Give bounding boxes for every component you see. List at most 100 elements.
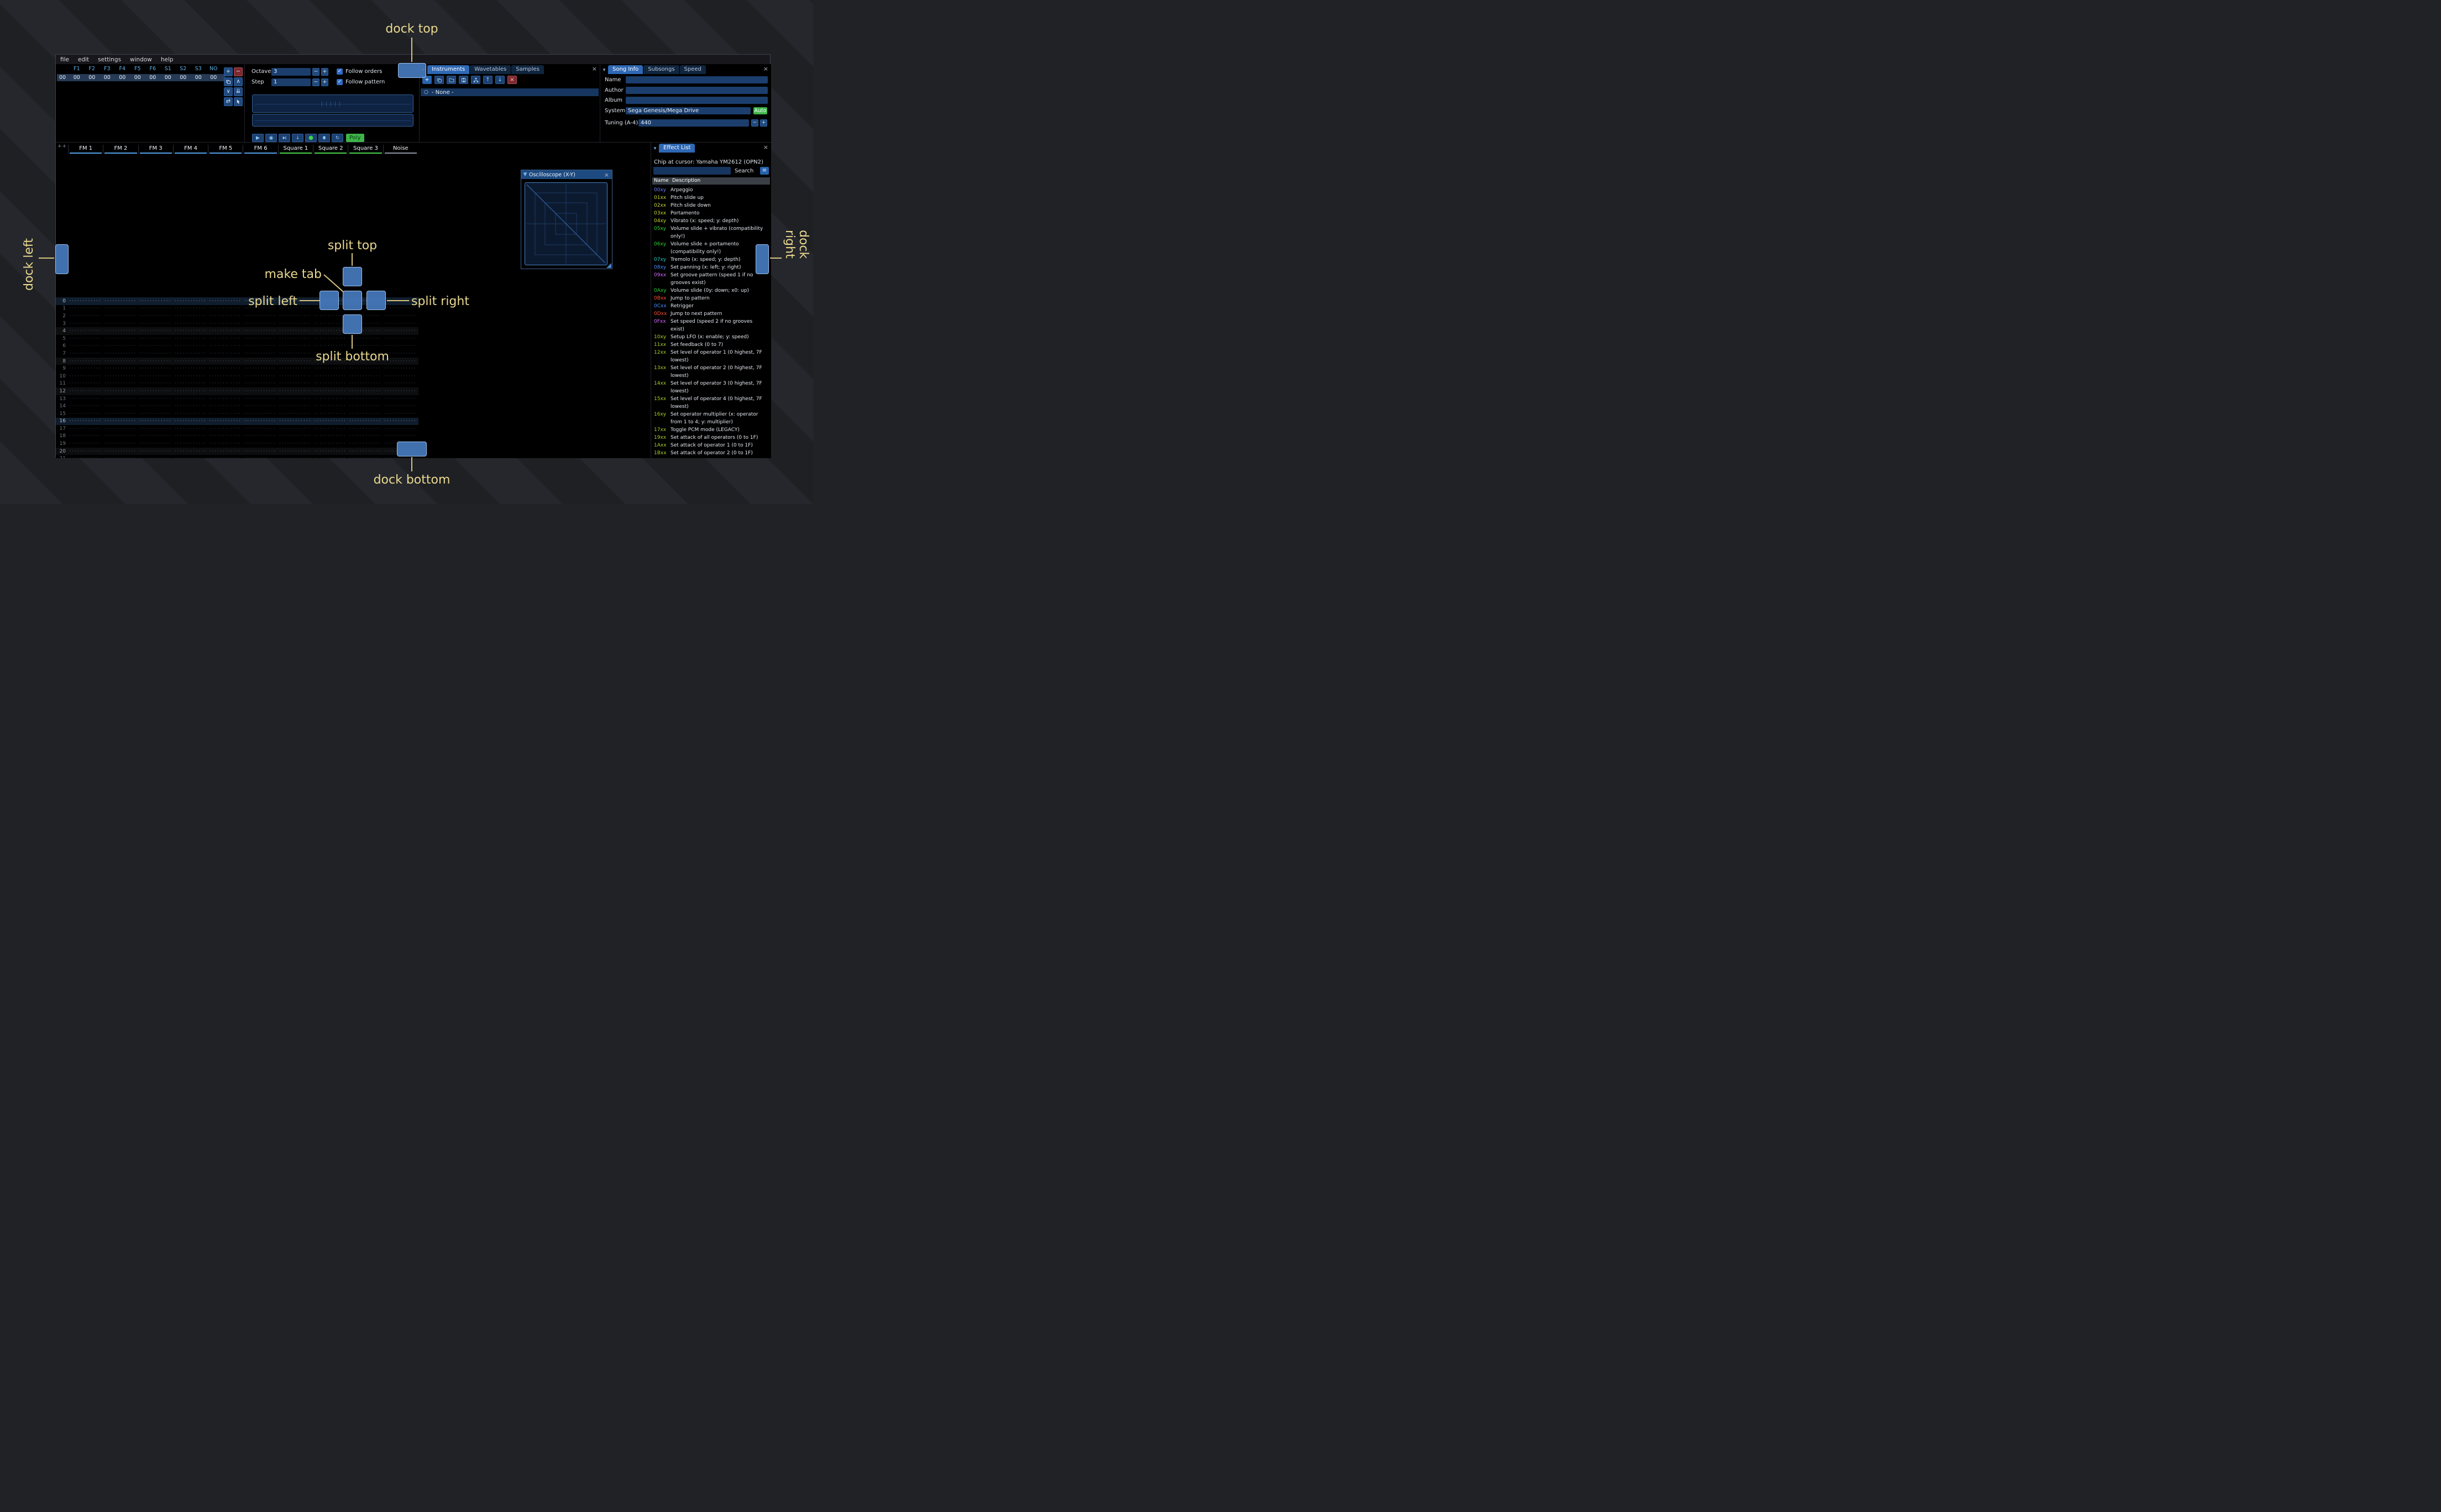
pattern-cell-square-3[interactable]: ············ (348, 441, 383, 447)
pattern-cell-fm-1[interactable]: ············ (68, 403, 103, 409)
pattern-cell-fm-3[interactable]: ············ (138, 411, 173, 417)
auto-system-button[interactable]: Auto (753, 107, 767, 114)
pattern-cell-fm-5[interactable]: ············ (208, 359, 243, 364)
pattern-expand-button[interactable]: ++ (57, 144, 67, 149)
pattern-cell-fm-3[interactable]: ············ (138, 381, 173, 386)
pattern-cell-fm-4[interactable]: ············ (173, 313, 208, 319)
effect-row-08xy[interactable]: 08xy Set panning (x: left; y: right) (652, 264, 770, 271)
pattern-cell-fm-5[interactable]: ············ (208, 351, 243, 356)
pattern-cell-fm-5[interactable]: ············ (208, 418, 243, 424)
pattern-row-4[interactable]: 4 ············ ············ ············ ···… (56, 327, 418, 335)
pattern-cell-fm-3[interactable]: ············ (138, 426, 173, 432)
pattern-cell-fm-6[interactable]: ············ (243, 456, 277, 458)
pattern-cell-noise[interactable]: ············ (383, 381, 418, 386)
pattern-cell-square-1[interactable]: ············ (278, 418, 313, 424)
octave-increment-button[interactable]: + (321, 67, 328, 76)
name-input[interactable] (626, 76, 768, 83)
effect-row-09xx[interactable]: 09xx Set groove pattern (speed 1 if no gr… (652, 271, 770, 287)
pattern-cell-noise[interactable]: ············ (383, 426, 418, 432)
order-swap-button[interactable]: ⇄ (224, 97, 233, 106)
pattern-cell-fm-4[interactable]: ············ (173, 433, 208, 439)
pattern-cell-fm-2[interactable]: ············ (103, 396, 138, 402)
pattern-cell-fm-4[interactable]: ············ (173, 321, 208, 327)
pattern-cell-fm-4[interactable]: ············ (173, 456, 208, 458)
effect-row-00xy[interactable]: 00xy Arpeggio (652, 186, 770, 194)
pattern-cell-square-2[interactable]: ············ (313, 336, 348, 342)
effect-row-19xx[interactable]: 19xx Set attack of all operators (0 to 1F… (652, 434, 770, 442)
pattern-cell-fm-2[interactable]: ············ (103, 418, 138, 424)
pattern-cell-fm-6[interactable]: ············ (243, 359, 277, 364)
pattern-row-11[interactable]: 11 ············ ············ ············ ··… (56, 380, 418, 388)
pattern-cell-fm-6[interactable]: ············ (243, 374, 277, 379)
pattern-cell-fm-5[interactable]: ············ (208, 449, 243, 454)
pattern-cell-fm-2[interactable]: ············ (103, 351, 138, 356)
repeat-button[interactable]: ↻ (332, 134, 343, 142)
pattern-cell-fm-1[interactable]: ············ (68, 426, 103, 432)
pattern-row-19[interactable]: 19 ············ ············ ············ ··… (56, 440, 418, 448)
pattern-cell-square-1[interactable]: ············ (278, 313, 313, 319)
pattern-row-17[interactable]: 17 ············ ············ ············ ··… (56, 425, 418, 433)
menu-help[interactable]: help (156, 56, 178, 63)
order-deep-clone-button[interactable]: ⇊ (234, 87, 243, 96)
pattern-cell-fm-1[interactable]: ············ (68, 343, 103, 349)
pattern-cell-square-2[interactable]: ············ (313, 381, 348, 386)
channel-header-fm-1[interactable]: FM 1 (68, 145, 103, 154)
pattern-cell-fm-6[interactable]: ············ (243, 433, 277, 439)
pattern-cell-square-3[interactable]: ············ (348, 396, 383, 402)
orders-current-row[interactable]: 00 00 00 00 00 00 00 00 00 00 00 (57, 74, 225, 81)
pattern-cell-fm-1[interactable]: ············ (68, 313, 103, 319)
pattern-cell-fm-3[interactable]: ············ (138, 389, 173, 394)
pattern-cell-fm-1[interactable]: ············ (68, 366, 103, 371)
pattern-cell-fm-1[interactable]: ············ (68, 328, 103, 334)
pattern-cell-fm-6[interactable]: ············ (243, 449, 277, 454)
order-move-down-button[interactable]: ∨ (224, 87, 233, 96)
chevron-down-icon[interactable]: ▾ (651, 146, 659, 153)
effect-row-0dxx[interactable]: 0Dxx Jump to next pattern (652, 310, 770, 318)
pattern-cell-fm-3[interactable]: ············ (138, 328, 173, 334)
pattern-cell-square-2[interactable]: ············ (313, 411, 348, 417)
instrument-list-item-none[interactable]: ○ - None - (421, 88, 599, 96)
pattern-row-20[interactable]: 20 ············ ············ ············ ··… (56, 447, 418, 455)
pattern-cell-fm-5[interactable]: ············ (208, 366, 243, 371)
pattern-cell-square-1[interactable]: ············ (278, 343, 313, 349)
metronome-button[interactable] (318, 134, 330, 142)
pattern-cell-square-1[interactable]: ············ (278, 456, 313, 458)
order-edit-mode-button[interactable] (234, 97, 243, 106)
pattern-cell-square-3[interactable]: ············ (348, 381, 383, 386)
pattern-cell-fm-4[interactable]: ············ (173, 426, 208, 432)
effect-row-10xy[interactable]: 10xy Setup LFO (x: enable; y: speed) (652, 333, 770, 341)
edit-toggle-button[interactable]: ● (305, 134, 317, 142)
pattern-cell-square-1[interactable]: ············ (278, 449, 313, 454)
octave-input[interactable]: 3 (271, 67, 311, 76)
split-left-target[interactable] (319, 291, 339, 310)
pattern-cell-square-1[interactable]: ············ (278, 441, 313, 447)
pattern-cell-square-2[interactable]: ············ (313, 396, 348, 402)
pattern-cell-fm-4[interactable]: ············ (173, 441, 208, 447)
pattern-cell-square-1[interactable]: ············ (278, 411, 313, 417)
pattern-cell-fm-1[interactable]: ············ (68, 396, 103, 402)
pattern-cell-fm-1[interactable]: ············ (68, 441, 103, 447)
order-move-up-button[interactable]: ∧ (234, 77, 243, 86)
pattern-cell-fm-3[interactable]: ············ (138, 396, 173, 402)
effect-row-0cxx[interactable]: 0Cxx Retrigger (652, 302, 770, 310)
pattern-cell-fm-3[interactable]: ············ (138, 374, 173, 379)
resize-grip[interactable] (606, 263, 611, 268)
step-decrement-button[interactable]: − (312, 78, 319, 86)
pattern-cell-fm-2[interactable]: ············ (103, 426, 138, 432)
menu-settings[interactable]: settings (93, 56, 125, 63)
pattern-cell-fm-3[interactable]: ············ (138, 433, 173, 439)
pattern-cell-fm-6[interactable]: ············ (243, 441, 277, 447)
pattern-cell-fm-4[interactable]: ············ (173, 336, 208, 342)
pattern-cell-fm-5[interactable]: ············ (208, 313, 243, 319)
pattern-cell-square-1[interactable]: ············ (278, 433, 313, 439)
pattern-cell-square-3[interactable]: ············ (348, 418, 383, 424)
play-button[interactable]: ▶ (252, 134, 264, 142)
pattern-row-10[interactable]: 10 ············ ············ ············ ··… (56, 372, 418, 380)
pattern-cell-fm-6[interactable]: ············ (243, 381, 277, 386)
pattern-cell-fm-4[interactable]: ············ (173, 343, 208, 349)
effect-row-02xx[interactable]: 02xx Pitch slide down (652, 202, 770, 209)
system-value[interactable]: Sega Genesis/Mega Drive (626, 107, 751, 114)
pattern-cell-fm-6[interactable]: ············ (243, 366, 277, 371)
pattern-cell-fm-5[interactable]: ············ (208, 328, 243, 334)
pattern-cell-fm-1[interactable]: ············ (68, 418, 103, 424)
